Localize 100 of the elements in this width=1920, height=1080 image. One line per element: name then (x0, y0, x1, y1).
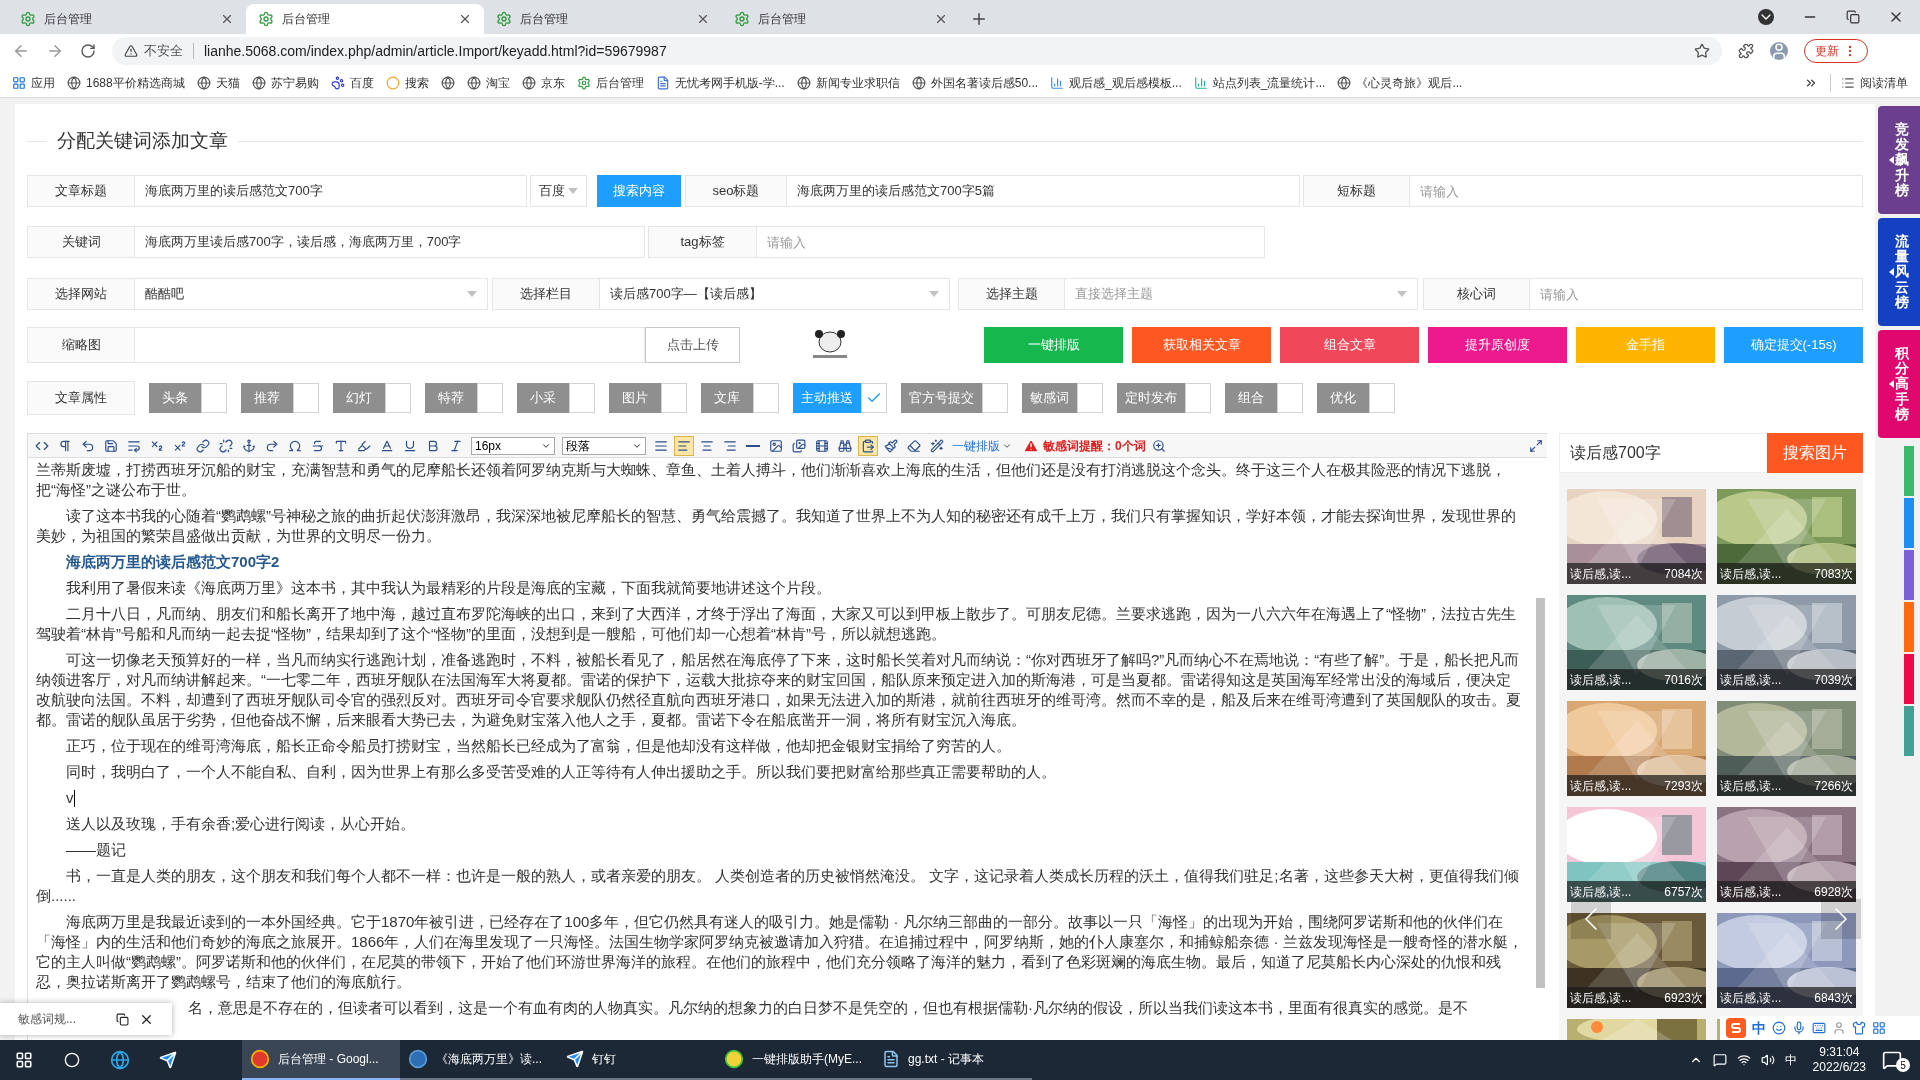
taskbar-app[interactable]: 后台管理 - Googl... (242, 1040, 400, 1080)
text-field[interactable]: 海底两万里的读后感范文700字5篇 (787, 175, 1300, 207)
caret-icon (1889, 268, 1894, 276)
taskbar-app[interactable]: 钉钉 (558, 1040, 716, 1080)
start-icon[interactable] (15, 1051, 33, 1069)
browser-tab[interactable]: 后台管理 (246, 4, 484, 34)
checkbox[interactable] (569, 383, 595, 413)
bookmark[interactable]: 后台管理 (576, 73, 644, 92)
dropdown[interactable]: 读后感700字—【读后感】 (600, 278, 950, 310)
checkbox[interactable] (1369, 383, 1395, 413)
ime-toolbar[interactable]: 中 (1720, 1016, 1920, 1040)
bookmark[interactable]: 应用 (12, 73, 55, 92)
checkbox[interactable] (1077, 383, 1103, 413)
text-field[interactable]: 请输入 (757, 226, 1265, 258)
checkbox[interactable] (861, 383, 887, 413)
ime-indicator[interactable]: 中 (1784, 1051, 1797, 1069)
checkbox[interactable] (753, 383, 779, 413)
close-icon[interactable] (458, 12, 472, 26)
microphone-icon (1792, 1021, 1806, 1035)
reload-icon[interactable] (80, 43, 96, 59)
browser-tab[interactable]: 后台管理 (8, 4, 246, 34)
paintbrush-icon (884, 438, 898, 453)
checkbox[interactable] (385, 383, 411, 413)
text-field[interactable] (135, 327, 645, 363)
bookmark[interactable]: 《心灵奇旅》观后... (1337, 73, 1463, 92)
globe-icon[interactable] (110, 1050, 130, 1070)
dropdown[interactable]: 酷酷吧 (135, 278, 488, 310)
checkbox[interactable] (477, 383, 503, 413)
globe-icon (251, 75, 266, 90)
tab-search-icon[interactable] (1758, 9, 1774, 25)
image-search-field[interactable]: 读后感700字 (1559, 433, 1767, 473)
toolbar-dropdown[interactable]: 16px (471, 436, 555, 455)
paragraph: 二月十八日，凡而纳、朋友们和船长离开了地中海，越过直布罗陀海峡的出口，来到了大西洋，才终于浮出了海面，大家又可以到甲板上散步了。可朋友尼德。兰要求逃跑，因为一八六六年在海遇上了“怪物”，法拉古先生驾驶着“林肯”号船和凡而纳一起去捉“怪物”，结果却到了这个“怪物”的里面，没想到是一艘船，可他们却一心想着“林肯”号，所以就想逃跑。 (36, 604, 1517, 644)
back-icon[interactable] (12, 42, 30, 60)
scrollbar[interactable] (1536, 598, 1545, 988)
volume-icon[interactable] (1760, 1053, 1775, 1067)
bookmark[interactable]: 新闻专业求职信 (796, 73, 900, 92)
restore-icon[interactable] (1846, 10, 1860, 24)
fullscreen-icon[interactable] (1529, 438, 1543, 453)
restore-icon[interactable] (116, 1012, 129, 1026)
upload-button[interactable]: 点击上传 (645, 327, 740, 363)
chat-icon[interactable] (1712, 1053, 1727, 1067)
checkbox[interactable] (293, 383, 319, 413)
checkbox[interactable] (661, 383, 687, 413)
view-count: 7016次 (1664, 671, 1703, 689)
browser-tab[interactable]: 后台管理 (722, 4, 960, 34)
checkbox[interactable] (1185, 383, 1211, 413)
bookmark[interactable]: 1688平价精选商城 (67, 73, 185, 92)
caret-icon (1889, 156, 1894, 164)
new-tab-icon[interactable] (970, 10, 988, 28)
bookmark[interactable]: 观后感_观后感模板... (1050, 73, 1182, 92)
checkbox[interactable] (1277, 383, 1303, 413)
taskbar-app[interactable]: gg.txt - 记事本 (874, 1040, 1032, 1080)
bookmark[interactable]: 百度 (330, 73, 374, 92)
rank-badge[interactable]: 积分高手榜 (1878, 330, 1920, 438)
profile-icon[interactable] (1770, 42, 1788, 60)
bookmark[interactable] (440, 75, 455, 90)
bookmark[interactable]: 淘宝 (466, 73, 510, 92)
paper-plane-icon[interactable] (159, 1051, 177, 1069)
apps-icon (12, 75, 26, 90)
bookmark[interactable]: 天猫 (196, 73, 240, 92)
rank-badge[interactable]: 流量风云榜 (1878, 218, 1920, 326)
forward-icon[interactable] (46, 42, 64, 60)
format-menu[interactable]: 一键排版 (950, 436, 1014, 455)
bookmark[interactable]: 京东 (521, 73, 565, 92)
network-icon[interactable] (1736, 1053, 1751, 1067)
action-button[interactable]: 提升原创度 (1428, 327, 1567, 363)
bookmark[interactable]: 外国名著读后感50... (911, 73, 1039, 92)
taskbar-app[interactable]: 一键排版助手(MyE... (716, 1040, 874, 1080)
checkbox[interactable] (982, 383, 1008, 413)
rank-badge[interactable]: 竞发飙升榜 (1878, 106, 1920, 214)
gear-icon (576, 75, 591, 90)
panel-title: 敏感词规... (18, 1011, 77, 1028)
address-bar[interactable]: 不安全 lianhe.5068.com/index.php/admin/article.Import/keyadd.html?id=59679987 (112, 37, 1722, 65)
action-button[interactable]: 组合文章 (1280, 327, 1419, 363)
shirt-icon (1852, 1021, 1866, 1035)
bookmark[interactable]: 苏宁易购 (251, 73, 319, 92)
checkbox[interactable] (201, 383, 227, 413)
text-field[interactable]: 请输入 (1530, 278, 1863, 310)
browser-tab[interactable]: 后台管理 (484, 4, 722, 34)
toolbar-button[interactable] (674, 435, 694, 456)
text-field[interactable]: 请输入 (1410, 175, 1863, 207)
engine-dropdown[interactable]: 百度 (530, 175, 587, 207)
reading-list[interactable]: 阅读清单 (1830, 73, 1908, 92)
toolbar-button[interactable] (858, 435, 878, 456)
bookmark[interactable]: 搜索 (385, 73, 429, 92)
search-icon[interactable] (64, 1052, 80, 1068)
text-field[interactable]: 海底两万里读后感700字，读后感，海底两万里，700字 (135, 226, 645, 258)
bookmark-star-icon[interactable] (1694, 43, 1710, 59)
notification-icon[interactable] (1882, 1050, 1902, 1070)
minimized-panel[interactable]: 敏感词规... (0, 1003, 172, 1035)
bookmark[interactable]: 站点列表_流量统计... (1193, 73, 1326, 92)
extensions-icon[interactable] (1738, 43, 1754, 59)
paragraph: 正巧，位于现在的维哥湾海底，船长正命令船员打捞财宝，当然船长已经成为了富翁，但是他却没有这样做，他却把金银财宝捐给了穷苦的人。 (65, 736, 1012, 756)
bookmark[interactable]: 无忧考网手机版-学... (655, 73, 785, 92)
toolbar-dropdown[interactable]: 段落 (562, 436, 646, 455)
strikethrough-icon (311, 438, 325, 453)
text-field[interactable]: 海底两万里的读后感范文700字 (135, 175, 527, 207)
taskbar-app[interactable]: 《海底两万里》读... (400, 1040, 558, 1080)
field-label: 短标题 (1303, 175, 1410, 207)
